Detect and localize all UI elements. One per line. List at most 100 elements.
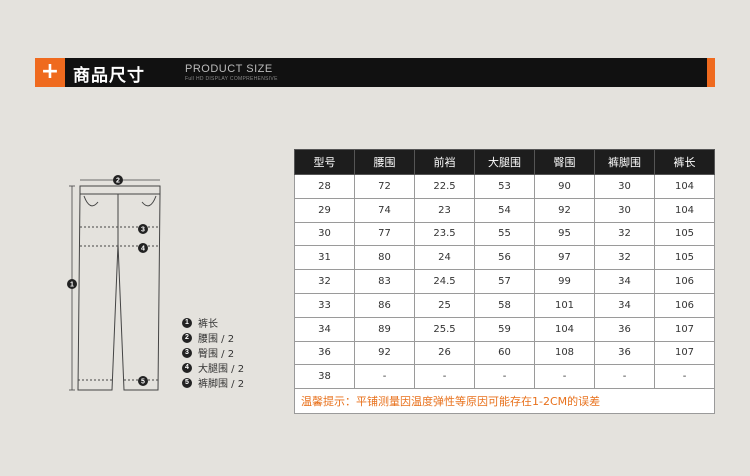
- table-cell: 32: [594, 221, 655, 247]
- legend-number: 4: [182, 362, 192, 373]
- table-cell: 99: [534, 269, 595, 294]
- table-cell: 77: [354, 221, 415, 247]
- size-table: 型号 腰围 前裆 大腿围 臀围 裤脚围 裤长 28 72 22.5 53 90 …: [294, 149, 715, 415]
- table-cell: 90: [534, 174, 595, 199]
- legend-label: 裤脚围 / 2: [198, 379, 245, 390]
- legend-number: 5: [182, 377, 192, 388]
- svg-text:5: 5: [141, 379, 145, 386]
- column-header-waist: 腰围: [354, 149, 415, 175]
- table-cell: 89: [354, 316, 415, 342]
- svg-text:3: 3: [141, 227, 145, 234]
- table-cell: 26: [414, 340, 475, 366]
- page-subtitle-en: Full HD DISPLAY COMPREHENSIVE: [185, 76, 278, 82]
- table-cell: 24: [414, 245, 475, 271]
- column-header-thigh: 大腿围: [474, 149, 535, 175]
- table-row: 33 86 25 58 101 34 106: [294, 292, 715, 318]
- table-cell: 30: [594, 197, 655, 223]
- table-cell: 32: [594, 245, 655, 271]
- marker-5-icon: 5: [138, 376, 148, 386]
- table-cell: 108: [534, 340, 595, 366]
- table-cell: 56: [474, 245, 535, 271]
- table-cell: 95: [534, 221, 595, 247]
- table-cell: 32: [294, 269, 355, 294]
- table-cell: 30: [294, 221, 355, 247]
- table-cell: 106: [654, 269, 715, 294]
- table-cell: 104: [654, 174, 715, 199]
- marker-1-icon: 1: [67, 279, 77, 289]
- table-cell: 53: [474, 174, 535, 199]
- table-row: 28 72 22.5 53 90 30 104: [294, 174, 715, 199]
- table-cell: 34: [294, 316, 355, 342]
- table-cell: 58: [474, 292, 535, 318]
- table-note-row: 温馨提示：平铺测量因温度弹性等原因可能存在1-2CM的误差: [294, 388, 715, 415]
- table-cell: 55: [474, 221, 535, 247]
- table-cell: 22.5: [414, 174, 475, 199]
- table-cell: 25: [414, 292, 475, 318]
- table-cell: 105: [654, 221, 715, 247]
- size-page: + 商品尺寸 PRODUCT SIZE Full HD DISPLAY COMP…: [0, 0, 750, 476]
- table-cell: 34: [594, 292, 655, 318]
- table-cell: 38: [294, 364, 355, 390]
- table-cell: 34: [594, 269, 655, 294]
- table-row: 30 77 23.5 55 95 32 105: [294, 221, 715, 247]
- legend-item: 4 大腿围 / 2: [182, 360, 244, 375]
- table-row: 32 83 24.5 57 99 34 106: [294, 269, 715, 294]
- table-row: 38 - - - - - -: [294, 364, 715, 390]
- legend-item: 3 臀围 / 2: [182, 345, 244, 360]
- legend-item: 2 腰围 / 2: [182, 330, 244, 345]
- table-cell: 23.5: [414, 221, 475, 247]
- svg-text:4: 4: [141, 246, 145, 253]
- column-header-size: 型号: [294, 149, 355, 175]
- measurement-legend: 1 裤长 2 腰围 / 2 3 臀围 / 2 4 大腿围 / 2 5 裤脚围 /…: [182, 315, 244, 390]
- table-cell: -: [474, 364, 535, 390]
- marker-2-icon: 2: [113, 175, 123, 185]
- table-cell: 105: [654, 245, 715, 271]
- svg-text:1: 1: [70, 282, 74, 289]
- table-body: 28 72 22.5 53 90 30 104 29 74 23 54 92 3…: [294, 174, 715, 415]
- table-cell: 86: [354, 292, 415, 318]
- table-cell: 72: [354, 174, 415, 199]
- table-row: 36 92 26 60 108 36 107: [294, 340, 715, 366]
- legend-number: 3: [182, 347, 192, 358]
- table-cell: -: [534, 364, 595, 390]
- column-header-leg-opening: 裤脚围: [594, 149, 655, 175]
- legend-label: 裤长: [198, 319, 218, 330]
- table-cell: 101: [534, 292, 595, 318]
- legend-label: 臀围 / 2: [198, 349, 235, 360]
- table-cell: 106: [654, 292, 715, 318]
- legend-item: 5 裤脚围 / 2: [182, 375, 244, 390]
- table-cell: -: [654, 364, 715, 390]
- table-cell: 36: [594, 316, 655, 342]
- table-cell: 23: [414, 197, 475, 223]
- table-cell: 36: [294, 340, 355, 366]
- table-row: 31 80 24 56 97 32 105: [294, 245, 715, 271]
- table-cell: 60: [474, 340, 535, 366]
- table-cell: 28: [294, 174, 355, 199]
- table-cell: 54: [474, 197, 535, 223]
- table-cell: 59: [474, 316, 535, 342]
- marker-4-icon: 4: [138, 243, 148, 253]
- table-cell: -: [594, 364, 655, 390]
- table-cell: 92: [354, 340, 415, 366]
- page-title-en: PRODUCT SIZE: [185, 63, 273, 75]
- table-row: 29 74 23 54 92 30 104: [294, 197, 715, 223]
- table-cell: 36: [594, 340, 655, 366]
- measurement-note: 温馨提示：平铺测量因温度弹性等原因可能存在1-2CM的误差: [294, 388, 715, 415]
- table-cell: 25.5: [414, 316, 475, 342]
- legend-label: 大腿围 / 2: [198, 364, 245, 375]
- table-cell: -: [414, 364, 475, 390]
- table-cell: 30: [594, 174, 655, 199]
- header-accent-bar: [707, 58, 715, 87]
- table-row: 34 89 25.5 59 104 36 107: [294, 316, 715, 342]
- legend-label: 腰围 / 2: [198, 334, 235, 345]
- table-cell: 74: [354, 197, 415, 223]
- column-header-front-rise: 前裆: [414, 149, 475, 175]
- table-cell: 57: [474, 269, 535, 294]
- header-banner: + 商品尺寸 PRODUCT SIZE Full HD DISPLAY COMP…: [35, 58, 715, 87]
- marker-3-icon: 3: [138, 224, 148, 234]
- svg-text:2: 2: [116, 178, 120, 185]
- column-header-hip: 臀围: [534, 149, 595, 175]
- pants-outline-icon: [77, 185, 161, 391]
- page-title: 商品尺寸: [73, 66, 145, 86]
- legend-item: 1 裤长: [182, 315, 244, 330]
